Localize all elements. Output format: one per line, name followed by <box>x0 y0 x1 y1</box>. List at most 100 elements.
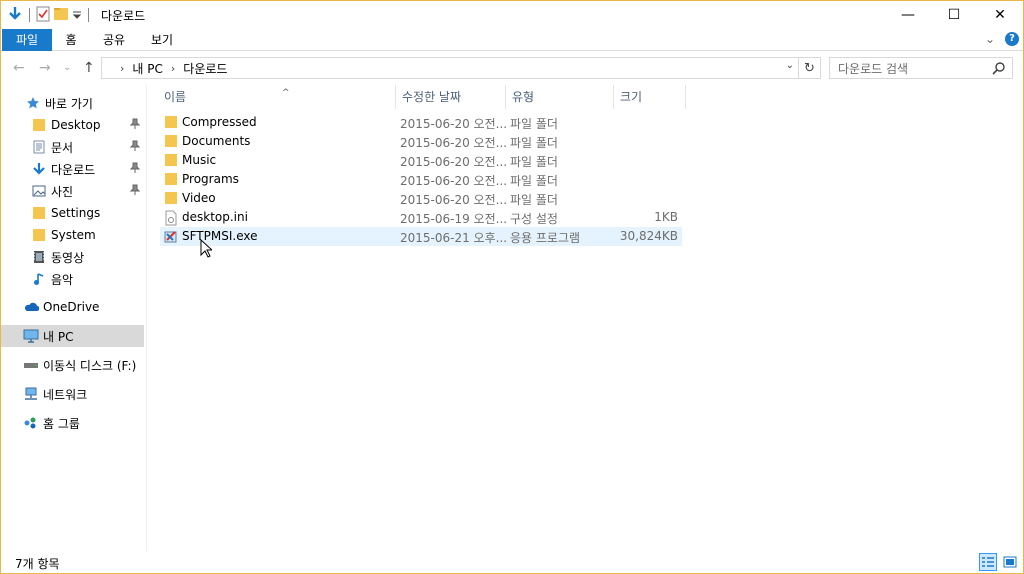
forward-button[interactable]: → <box>39 60 51 76</box>
tab-share[interactable]: 공유 <box>97 29 131 51</box>
title-bar: 다운로드 — ☐ ✕ <box>1 1 1023 29</box>
search-input[interactable]: 다운로드 검색 <box>829 57 1013 79</box>
properties-icon[interactable] <box>36 6 50 25</box>
file-row[interactable]: Music 2015-06-20 오전... 파일 폴더 <box>160 151 682 170</box>
column-header-type[interactable]: 유형 <box>506 85 614 109</box>
up-button[interactable]: ↑ <box>83 60 95 76</box>
file-name: desktop.ini <box>182 210 248 224</box>
file-name: Compressed <box>182 115 257 129</box>
sidebar-item-settings[interactable]: Settings <box>1 202 144 224</box>
file-name: SFTPMSI.exe <box>182 229 258 243</box>
sidebar-item-music[interactable]: 음악 <box>1 268 144 290</box>
address-bar[interactable]: › 내 PC › 다운로드 ⌄ <box>101 57 799 79</box>
details-view-button[interactable] <box>979 553 997 571</box>
music-icon <box>31 271 47 287</box>
column-header-name[interactable]: 이름 ^ <box>158 85 396 109</box>
sidebar-item-label: 문서 <box>51 140 74 155</box>
ribbon-right: ⌄ ? <box>985 32 1019 46</box>
sidebar-item-system[interactable]: System <box>1 224 144 246</box>
customize-qat-icon[interactable] <box>72 7 82 24</box>
status-bar: 7개 항목 <box>1 551 1023 573</box>
expand-ribbon-icon[interactable]: ⌄ <box>985 32 995 46</box>
column-header-size[interactable]: 크기 <box>614 85 686 109</box>
download-icon[interactable] <box>7 6 23 25</box>
maximize-button[interactable]: ☐ <box>931 1 977 29</box>
sidebar-item-label: 이동식 디스크 (F:) <box>43 358 137 373</box>
search-icon[interactable] <box>992 61 1006 78</box>
folder-icon <box>164 153 178 170</box>
refresh-button[interactable]: ↻ <box>799 57 821 79</box>
file-name: Documents <box>182 134 251 148</box>
address-dropdown-icon[interactable]: ⌄ <box>786 60 794 71</box>
new-folder-icon[interactable] <box>54 7 68 24</box>
sidebar-item-pictures[interactable]: 사진 <box>1 180 144 202</box>
breadcrumb-chevron[interactable]: › <box>171 62 175 75</box>
file-list: 이름 ^ 수정한 날짜 유형 크기 Compressed 2015-06-20 … <box>148 85 1022 551</box>
recent-locations-button[interactable]: ⌄ <box>63 62 71 73</box>
tab-file[interactable]: 파일 <box>2 29 52 51</box>
installer-icon <box>164 229 178 246</box>
sidebar-item-quick-access[interactable]: 바로 가기 <box>1 92 144 114</box>
navigation-pane: 바로 가기 Desktop 문서 다운로드 사진 Settings System… <box>1 85 147 551</box>
folder-icon <box>31 205 47 221</box>
help-icon[interactable]: ? <box>1005 32 1019 46</box>
file-date: 2015-06-21 오후... <box>400 231 508 245</box>
sidebar-item-desktop[interactable]: Desktop <box>1 114 144 136</box>
sidebar-item-documents[interactable]: 문서 <box>1 136 144 158</box>
pin-icon[interactable] <box>129 162 141 177</box>
sidebar-item-removable-disk[interactable]: 이동식 디스크 (F:) <box>1 354 144 376</box>
folder-icon <box>164 172 178 189</box>
breadcrumb-this-pc[interactable]: 내 PC <box>132 60 162 77</box>
tab-view[interactable]: 보기 <box>145 29 179 51</box>
file-name: Programs <box>182 172 239 186</box>
file-row[interactable]: Programs 2015-06-20 오전... 파일 폴더 <box>160 170 682 189</box>
sidebar-item-label: 사진 <box>51 184 74 199</box>
file-row[interactable]: desktop.ini 2015-06-19 오전... 구성 설정 1KB <box>160 208 682 227</box>
breadcrumb-chevron[interactable]: › <box>120 62 124 75</box>
tab-home[interactable]: 홈 <box>57 29 85 51</box>
folder-icon <box>164 134 178 151</box>
sidebar-item-network[interactable]: 네트워크 <box>1 383 144 405</box>
navigation-bar: ← → ⌄ ↑ › 내 PC › 다운로드 ⌄ ↻ 다운로드 검색 <box>1 52 1023 84</box>
sidebar-item-this-pc[interactable]: 내 PC <box>1 325 144 347</box>
file-type: 파일 폴더 <box>510 174 558 188</box>
sidebar-item-label: 동영상 <box>51 250 85 265</box>
minimize-button[interactable]: — <box>885 1 931 29</box>
sidebar-item-downloads[interactable]: 다운로드 <box>1 158 144 180</box>
sidebar-item-homegroup[interactable]: 홈 그룹 <box>1 412 144 434</box>
file-row[interactable]: SFTPMSI.exe 2015-06-21 오후... 응용 프로그램 30,… <box>160 227 682 246</box>
file-row[interactable]: Video 2015-06-20 오전... 파일 폴더 <box>160 189 682 208</box>
file-type: 파일 폴더 <box>510 136 558 150</box>
back-button[interactable]: ← <box>13 60 25 76</box>
computer-icon <box>23 328 39 344</box>
file-type: 구성 설정 <box>510 212 558 226</box>
pin-icon[interactable] <box>129 140 141 155</box>
close-button[interactable]: ✕ <box>977 1 1023 29</box>
file-name: Music <box>182 153 217 167</box>
large-icons-view-button[interactable] <box>1001 553 1019 571</box>
file-date: 2015-06-20 오전... <box>400 193 508 207</box>
sidebar-item-videos[interactable]: 동영상 <box>1 246 144 268</box>
file-row[interactable]: Documents 2015-06-20 오전... 파일 폴더 <box>160 132 682 151</box>
sidebar-item-label: Desktop <box>51 118 101 132</box>
sidebar-item-label: OneDrive <box>43 300 100 314</box>
breadcrumb-downloads[interactable]: 다운로드 <box>183 60 227 77</box>
mouse-cursor-icon <box>200 238 214 261</box>
sidebar-item-label: 다운로드 <box>51 162 96 177</box>
separator <box>29 8 30 22</box>
folder-icon <box>31 227 47 243</box>
column-header-date[interactable]: 수정한 날짜 <box>396 85 506 109</box>
file-type: 응용 프로그램 <box>510 231 581 245</box>
sidebar-item-label: System <box>51 228 96 242</box>
file-date: 2015-06-20 오전... <box>400 174 508 188</box>
file-type: 파일 폴더 <box>510 193 558 207</box>
file-row[interactable]: Compressed 2015-06-20 오전... 파일 폴더 <box>160 113 682 132</box>
sidebar-item-label: 홈 그룹 <box>43 416 80 431</box>
pin-icon[interactable] <box>129 118 141 133</box>
pictures-icon <box>31 183 47 199</box>
sidebar-item-label: 네트워크 <box>43 387 88 402</box>
search-placeholder: 다운로드 검색 <box>838 61 909 76</box>
window-controls: — ☐ ✕ <box>885 1 1023 29</box>
pin-icon[interactable] <box>129 184 141 199</box>
sidebar-item-onedrive[interactable]: OneDrive <box>1 296 144 318</box>
